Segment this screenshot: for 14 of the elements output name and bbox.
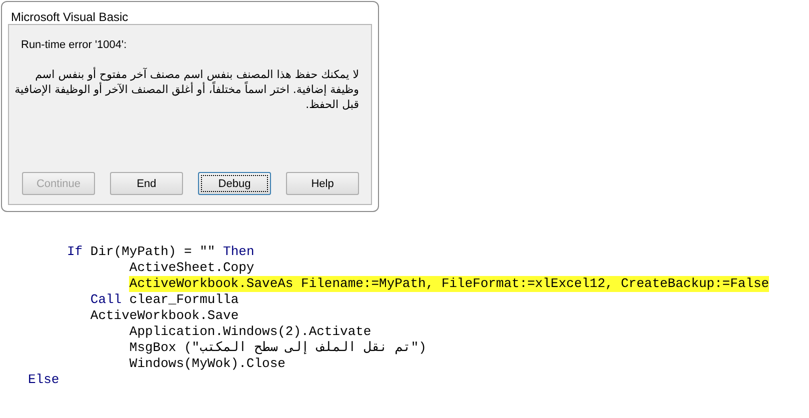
code-line: Windows(MyWok).Close <box>129 356 286 372</box>
code-line: Call clear_Formulla <box>90 292 239 308</box>
dialog-button[interactable]: Help <box>286 172 359 195</box>
code-line: Application.Windows(2).Activate <box>129 324 372 340</box>
code-line: ActiveSheet.Copy <box>129 260 254 276</box>
error-message: لا يمكنك حفظ هذا المصنف بنفس اسم مصنف آخر مفتوح أو بنفس اسم وظيفة إضافية. اختر اسماً مختلفاً، أو أغلق المصنف الآخر أو الوظيفة الإضافية قبل الحفظ. <box>14 67 359 112</box>
dialog-button[interactable]: End <box>110 172 183 195</box>
code-line: MsgBox ("تم نقل الملف إلى سطح المكتب") <box>129 340 426 356</box>
dialog-title: Microsoft Visual Basic <box>10 9 130 24</box>
code-line: If Dir(MyPath) = "" Then <box>67 244 254 260</box>
dialog-button[interactable]: Debug <box>198 172 271 195</box>
error-heading: Run-time error '1004': <box>21 39 127 51</box>
code-line: ActiveWorkbook.Save <box>90 308 239 324</box>
code-line: Else <box>28 372 60 388</box>
